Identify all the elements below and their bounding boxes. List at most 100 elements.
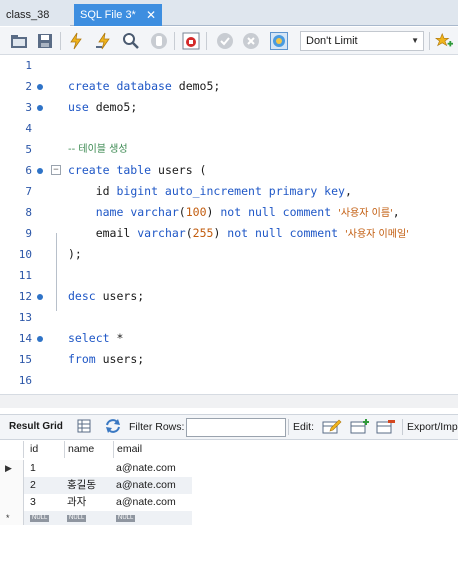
cell-id[interactable]: NULL <box>27 511 63 525</box>
editor-line: 5 -- 테이블 생성 <box>0 139 458 160</box>
keyword: name varchar <box>95 205 179 219</box>
cell-email[interactable]: a@nate.com <box>113 494 192 511</box>
editor-line: 14 select * <box>0 328 458 349</box>
cell-id[interactable]: 1 <box>27 460 63 477</box>
execute-icon[interactable] <box>67 32 85 50</box>
edit-row-icon[interactable] <box>322 418 342 437</box>
keyword: create database <box>68 79 172 93</box>
code-text: use demo5; <box>68 97 137 118</box>
editor-line: 4 <box>0 118 458 139</box>
keyword: use <box>68 100 89 114</box>
code-text: create database demo5; <box>68 76 220 97</box>
toolbar-separator <box>402 419 403 435</box>
code-token: users; <box>95 289 145 303</box>
current-row-arrow-icon: ▶ <box>5 463 12 473</box>
line-number: 6 <box>25 164 32 177</box>
line-number: 16 <box>18 374 32 387</box>
column-header-email[interactable]: email <box>113 441 192 458</box>
toolbar-separator <box>174 32 175 50</box>
autocommit-icon[interactable] <box>270 32 288 50</box>
keyword: select <box>68 331 110 345</box>
table-row[interactable]: 2 홍길동 a@nate.com <box>0 477 192 494</box>
code-token: ( <box>178 205 186 219</box>
line-number: 12 <box>18 290 32 303</box>
line-number: 4 <box>25 122 32 135</box>
string-literal: '사용자 이메일' <box>345 229 409 240</box>
close-icon[interactable]: ✕ <box>146 4 156 26</box>
number-literal: 100 <box>185 205 207 219</box>
editor-line: 11 <box>0 265 458 286</box>
toggle-error-icon[interactable] <box>182 32 200 50</box>
column-header-name[interactable]: name <box>64 441 112 458</box>
cell-name[interactable]: 과자 <box>64 494 112 511</box>
line-number: 2 <box>25 80 32 93</box>
sql-editor[interactable]: 1 2 create database demo5; 3 use demo5; … <box>0 56 458 394</box>
line-number: 1 <box>25 59 32 72</box>
cell-id[interactable]: 3 <box>27 494 63 511</box>
line-number: 10 <box>18 248 32 261</box>
editor-line: 9 email varchar(255) not null comment '사… <box>0 223 458 244</box>
keyword: create table <box>68 163 152 177</box>
editor-line: 3 use demo5; <box>0 97 458 118</box>
keyword: not null comment <box>227 226 339 240</box>
add-snippet-icon[interactable] <box>435 32 453 50</box>
row-header: * <box>0 511 24 525</box>
delete-row-icon[interactable] <box>376 418 396 437</box>
execute-line-icon[interactable] <box>95 32 113 50</box>
cell-email[interactable]: a@nate.com <box>113 477 192 494</box>
keyword: from <box>68 352 96 366</box>
cell-id[interactable]: 2 <box>27 477 63 494</box>
cell-name[interactable]: NULL <box>64 511 112 525</box>
table-row[interactable]: 3 과자 a@nate.com <box>0 494 192 511</box>
cell-name[interactable]: 홍길동 <box>64 477 112 494</box>
keyword: bigint auto_increment primary key <box>116 184 345 198</box>
cell-email[interactable]: NULL <box>113 511 192 525</box>
chevron-down-icon: ▼ <box>411 36 419 45</box>
editor-line: 7 id bigint auto_increment primary key, <box>0 181 458 202</box>
row-header: ▶ <box>0 460 24 477</box>
refresh-icon[interactable] <box>104 418 122 437</box>
rollback-icon[interactable] <box>242 32 260 50</box>
row-header <box>0 494 24 511</box>
save-icon[interactable] <box>36 32 54 50</box>
toolbar-separator <box>429 32 430 50</box>
code-text: name varchar(100) not null comment '사용자 … <box>68 202 400 224</box>
grid-view-icon[interactable] <box>77 419 91 436</box>
table-row-new[interactable]: * NULL NULL NULL <box>0 511 192 525</box>
line-number: 11 <box>18 269 32 282</box>
toolbar-separator <box>206 32 207 50</box>
filter-rows-input[interactable] <box>186 418 286 437</box>
line-number: 7 <box>25 185 32 198</box>
tab-class-38[interactable]: class_38 <box>0 4 70 26</box>
folder-open-icon[interactable] <box>10 32 28 50</box>
toolbar-separator <box>288 419 289 435</box>
editor-line: 6 − create table users ( <box>0 160 458 181</box>
keyword: desc <box>68 289 96 303</box>
code-token: , <box>344 184 352 198</box>
cell-email[interactable]: a@nate.com <box>113 460 192 477</box>
filter-rows-label: Filter Rows: <box>129 421 185 433</box>
line-number: 13 <box>18 311 32 324</box>
editor-horizontal-scrollbar[interactable] <box>0 394 458 408</box>
tab-sql-file-3[interactable]: SQL File 3* ✕ <box>74 4 162 26</box>
table-row[interactable]: ▶ 1 a@nate.com <box>0 460 192 477</box>
code-token: demo5; <box>171 79 221 93</box>
column-header-id[interactable]: id <box>27 441 63 458</box>
sql-editor-toolbar: Don't Limit ▼ <box>0 27 458 55</box>
result-grid-tab[interactable]: Result Grid <box>9 421 63 432</box>
fold-toggle-icon[interactable]: − <box>51 165 61 175</box>
code-text: from users; <box>68 349 144 370</box>
null-tag: NULL <box>116 515 136 522</box>
stop-icon[interactable] <box>150 32 168 50</box>
row-header <box>0 477 24 494</box>
cell-name[interactable] <box>64 460 112 477</box>
editor-line: 2 create database demo5; <box>0 76 458 97</box>
limit-rows-select[interactable]: Don't Limit ▼ <box>300 31 424 51</box>
editor-line: 10 ); <box>0 244 458 265</box>
export-import-label[interactable]: Export/Imp <box>407 421 458 433</box>
commit-icon[interactable] <box>216 32 234 50</box>
insert-row-icon[interactable] <box>350 418 370 437</box>
explain-icon[interactable] <box>122 32 140 50</box>
tab-label: SQL File 3* <box>80 9 136 21</box>
